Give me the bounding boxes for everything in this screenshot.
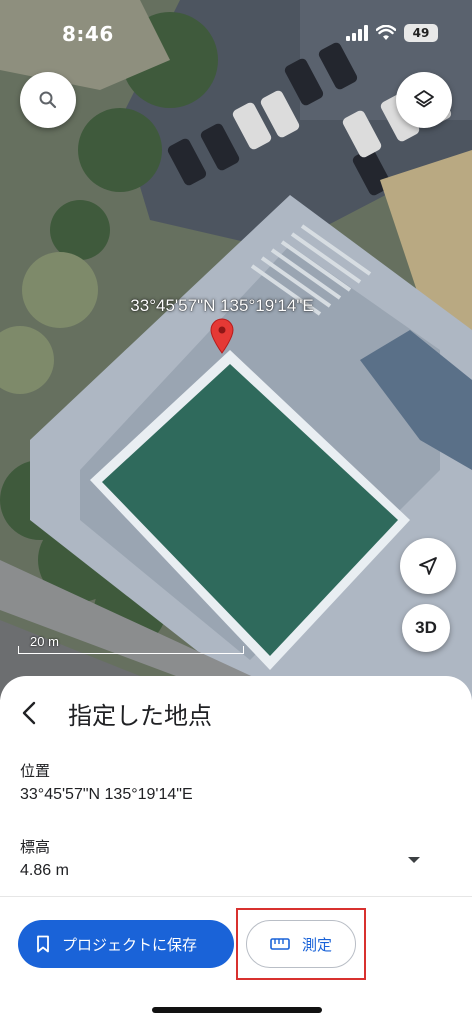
back-button[interactable] [14,698,44,728]
pin-coordinate-label: 33°45'57"N 135°19'14"E [130,296,314,315]
place-details-sheet: 指定した地点 位置 33°45'57"N 135°19'14"E 標高 4.86… [0,676,472,1024]
chevron-down-icon [408,857,420,863]
ruler-icon [270,938,290,950]
sheet-header: 指定した地点 [0,690,472,734]
status-icons: 49 [346,24,438,42]
position-value: 33°45'57"N 135°19'14"E [20,786,193,803]
sheet-title: 指定した地点 [68,702,212,730]
search-button[interactable] [20,72,76,128]
save-to-project-button[interactable]: プロジェクトに保存 [18,920,234,968]
toggle-3d-button[interactable]: 3D [402,604,450,652]
home-indicator[interactable] [152,1007,322,1013]
layers-icon [414,90,434,108]
map-scale: 20 m [18,634,246,654]
elevation-value: 4.86 m [20,862,69,879]
search-icon [39,91,57,109]
layers-button[interactable] [396,72,452,128]
bookmark-icon [37,935,49,953]
divider [0,896,472,897]
measure-label: 測定 [301,935,332,954]
measure-button[interactable]: 測定 [246,920,356,968]
save-to-project-label: プロジェクトに保存 [62,935,198,954]
status-bar: 8:46 49 [0,0,472,60]
location-pin-icon[interactable] [209,318,235,354]
elevation-expand-button[interactable] [404,850,424,870]
wifi-icon [376,25,396,40]
battery-indicator: 49 [404,24,438,42]
navigation-arrow-icon [419,557,437,575]
satellite-map[interactable]: 8:46 49 33°45'57"N 135°19'14"E 3D 20 m [0,0,472,700]
position-label: 位置 [20,762,51,780]
my-location-button[interactable] [400,538,456,594]
status-time: 8:46 [62,22,114,46]
chevron-left-icon [22,701,36,725]
elevation-label: 標高 [20,838,51,856]
scale-bar [18,646,244,654]
cellular-signal-icon [346,25,368,41]
